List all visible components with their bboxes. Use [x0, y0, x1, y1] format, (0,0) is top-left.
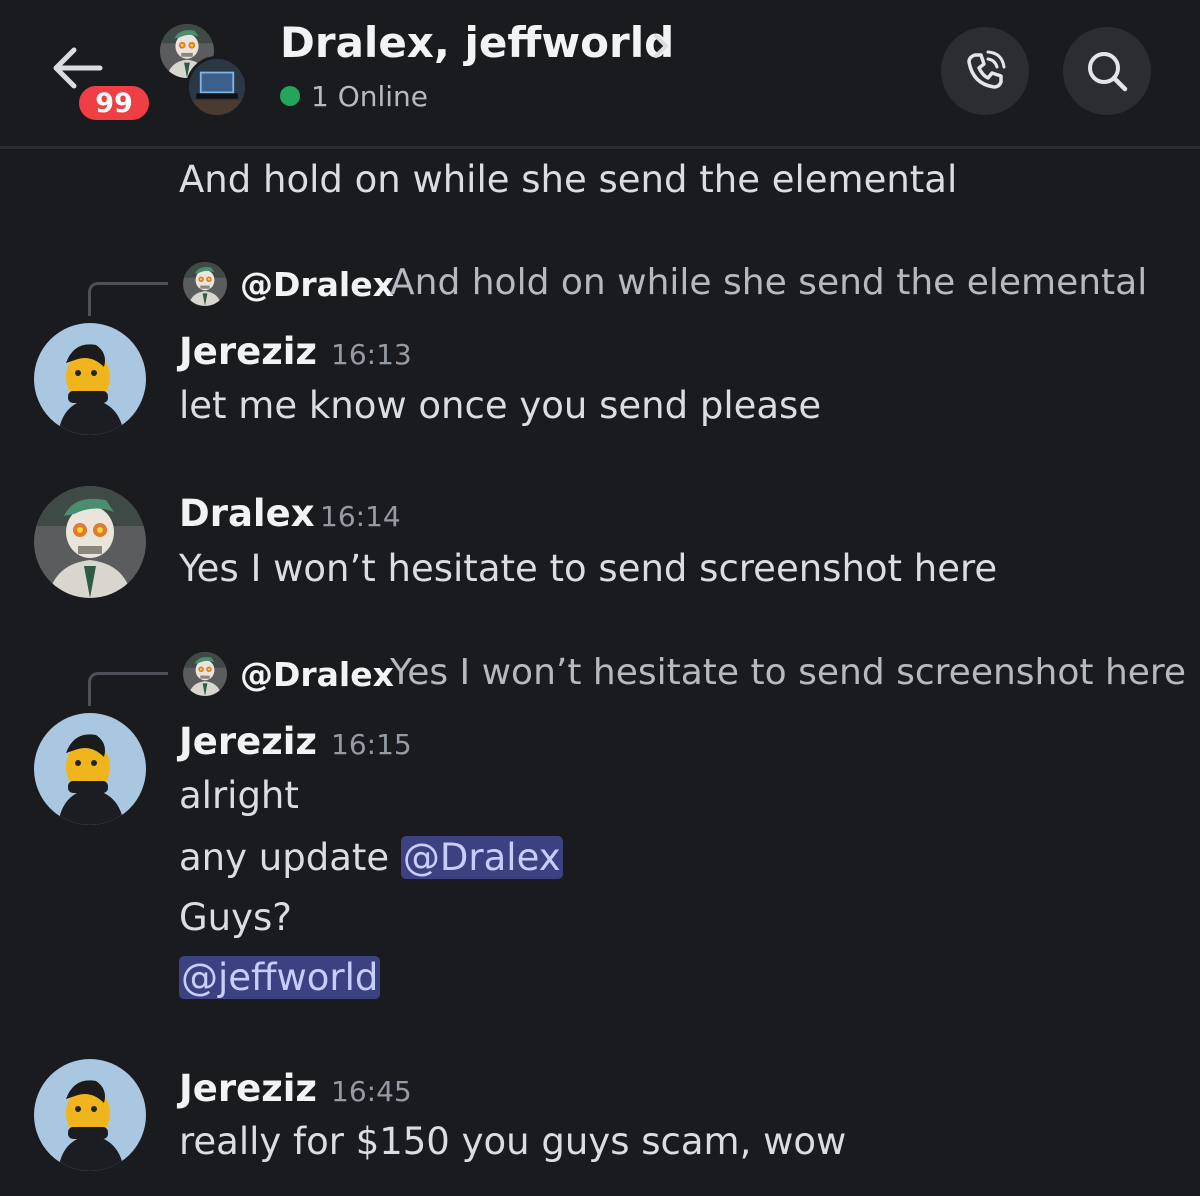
message-text[interactable]: And hold on while she send the elemental	[179, 158, 957, 201]
mention-dralex[interactable]: @Dralex	[400, 836, 563, 879]
chat-header: 99 Dralex, jeffworld 1 Online	[0, 0, 1200, 146]
message-text[interactable]: any update @Dralex	[179, 836, 563, 879]
message-text[interactable]: really for $150 you guys scam, wow	[179, 1120, 846, 1163]
reply-connector	[88, 282, 168, 316]
message-author[interactable]: Jereziz	[179, 330, 317, 373]
message-timestamp: 16:13	[331, 338, 412, 371]
message-text[interactable]: let me know once you send please	[179, 384, 821, 427]
message-text[interactable]: Yes I won’t hesitate to send screenshot …	[179, 547, 997, 590]
message-timestamp: 16:45	[331, 1075, 412, 1108]
message-author[interactable]: Dralex	[179, 492, 315, 535]
mention-jeffworld[interactable]: @jeffworld	[179, 956, 381, 999]
message-text-segment: any update	[179, 836, 401, 879]
chevron-right-icon[interactable]	[650, 30, 672, 62]
message-text[interactable]: @jeffworld	[179, 956, 381, 999]
message-text[interactable]: alright	[179, 774, 299, 817]
reply-author[interactable]: @Dralex	[240, 655, 394, 694]
message-timestamp: 16:14	[320, 500, 401, 533]
avatar[interactable]	[34, 1059, 146, 1171]
search-button[interactable]	[1063, 27, 1151, 115]
header-divider	[0, 146, 1200, 149]
call-icon	[967, 50, 1006, 89]
chat-title[interactable]: Dralex, jeffworld	[280, 18, 674, 67]
online-status-dot	[280, 86, 300, 106]
reply-preview[interactable]: And hold on while she send the elemental	[390, 262, 1147, 303]
search-icon	[1088, 52, 1128, 92]
message-timestamp: 16:15	[331, 728, 412, 761]
reply-avatar[interactable]	[183, 652, 227, 696]
message-author[interactable]: Jereziz	[179, 720, 317, 763]
avatar[interactable]	[34, 486, 146, 598]
call-button[interactable]	[941, 27, 1029, 115]
unread-badge: 99	[76, 83, 152, 123]
avatar[interactable]	[34, 713, 146, 825]
message-author[interactable]: Jereziz	[179, 1067, 317, 1110]
reply-avatar[interactable]	[183, 262, 227, 306]
reply-preview[interactable]: Yes I won’t hesitate to send screenshot …	[390, 652, 1186, 693]
reply-connector	[88, 672, 168, 706]
avatar[interactable]	[34, 323, 146, 435]
online-status-text: 1 Online	[311, 80, 429, 113]
message-text[interactable]: Guys?	[179, 896, 292, 939]
reply-author[interactable]: @Dralex	[240, 265, 394, 304]
group-avatar-jeffworld[interactable]	[186, 56, 248, 118]
